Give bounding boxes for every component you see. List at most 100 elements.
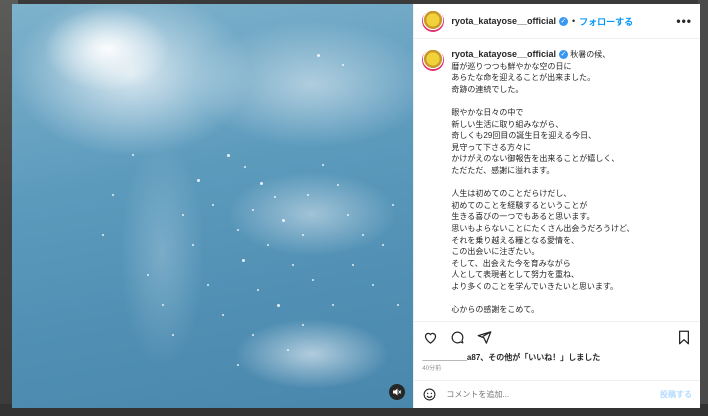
water-bubble bbox=[302, 324, 304, 326]
likes-summary: __________a87、その他が「いいね！」しました bbox=[414, 352, 700, 364]
follow-button[interactable]: フォローする bbox=[579, 15, 633, 28]
water-bubble bbox=[362, 234, 364, 236]
header-username[interactable]: ryota_katayose__official bbox=[451, 16, 556, 26]
caption-line: 生きる喜びの一つでもあると思います。 bbox=[451, 212, 595, 222]
water-bubble bbox=[222, 314, 224, 316]
water-bubble bbox=[237, 229, 239, 231]
caption-line: 新しい生活に取り組みながら、 bbox=[451, 119, 564, 129]
caption-line: 人生は初めてのことだらけだし、 bbox=[451, 189, 572, 199]
speaker-muted-icon bbox=[393, 388, 402, 396]
caption-username[interactable]: ryota_katayose__official bbox=[451, 49, 556, 59]
water-bubble bbox=[192, 244, 194, 246]
water-bubble bbox=[312, 279, 314, 281]
caption-line: より多くのことを学んでいきたいと思います。 bbox=[451, 281, 619, 291]
water-bubble bbox=[182, 214, 184, 216]
caption-line: あらたな命を迎えることが出来ました。 bbox=[451, 73, 596, 83]
like-button[interactable] bbox=[422, 329, 438, 345]
caption-avatar[interactable] bbox=[422, 49, 445, 71]
water-bubble bbox=[102, 234, 104, 236]
water-bubble bbox=[207, 284, 209, 286]
post-comment-button[interactable]: 投稿する bbox=[660, 389, 692, 400]
water-bubble bbox=[282, 219, 285, 222]
water-bubble bbox=[132, 154, 134, 156]
water-bubble bbox=[302, 234, 304, 236]
caption-line: そして、出会えた今を育みながら bbox=[451, 258, 571, 268]
comment-input[interactable] bbox=[444, 389, 660, 400]
share-icon bbox=[477, 330, 492, 344]
water-bubble bbox=[392, 204, 394, 206]
action-bar bbox=[414, 321, 700, 352]
post-video[interactable] bbox=[12, 4, 414, 408]
emoji-button[interactable] bbox=[422, 388, 436, 402]
caption-line: 眼やかな日々の中で bbox=[451, 107, 524, 117]
bookmark-icon bbox=[679, 330, 689, 344]
water-bubble bbox=[212, 204, 214, 206]
water-bubble bbox=[322, 164, 324, 166]
caption-line: 初めてのことを経験するということが bbox=[451, 200, 588, 210]
water-bubble bbox=[292, 264, 294, 266]
heart-icon bbox=[424, 332, 437, 344]
water-bubble bbox=[112, 194, 114, 196]
caption-line: この出会いに注ぎたい。 bbox=[451, 247, 540, 257]
save-button[interactable] bbox=[676, 329, 692, 345]
post-sidebar: ryota_katayose__official ✓ • フォローする ••• … bbox=[413, 4, 700, 408]
more-dots-icon[interactable]: ••• bbox=[676, 14, 692, 28]
caption-line: 暦が巡りつつも鮮やかな空の日に bbox=[451, 61, 572, 71]
water-bubble bbox=[372, 284, 374, 286]
water-bubble bbox=[147, 274, 149, 276]
caption-first-line: ryota_katayose__official ✓ 秋暑の候、 bbox=[451, 49, 634, 61]
water-bubble bbox=[244, 166, 246, 168]
water-bubble bbox=[332, 304, 334, 306]
water-bubble bbox=[307, 194, 309, 196]
water-bubble bbox=[274, 196, 276, 198]
water-bubble bbox=[260, 182, 263, 185]
likes-text[interactable]: 、その他が「いいね！」しました bbox=[480, 353, 600, 362]
water-bubble bbox=[397, 304, 399, 306]
comment-box: 投稿する bbox=[414, 380, 700, 408]
caption-line: 奇跡の連続でした。 bbox=[451, 84, 524, 94]
caption-line: ただただ、感謝に溢れます。 bbox=[451, 165, 555, 175]
caption-line: 見守って下さる方々に bbox=[451, 142, 532, 152]
water-bubble bbox=[257, 289, 259, 291]
caption-line: 思いもよらないことにたくさん出会うだろうけど、 bbox=[451, 223, 635, 233]
post-header: ryota_katayose__official ✓ • フォローする ••• bbox=[414, 4, 700, 39]
water-bubble bbox=[252, 209, 254, 211]
emoji-icon bbox=[423, 388, 436, 401]
water-bubble bbox=[352, 264, 354, 266]
verified-badge-icon: ✓ bbox=[558, 16, 568, 26]
verified-badge-icon: ✓ bbox=[558, 50, 568, 60]
water-bubble bbox=[317, 54, 320, 57]
water-bubble bbox=[172, 334, 174, 336]
comment-icon bbox=[451, 331, 464, 343]
liked-by-username[interactable]: __________a87 bbox=[422, 353, 480, 362]
caption-line: 心からの感謝をこめて。 bbox=[451, 305, 540, 315]
caption-line: それを乗り越える糧となる愛情を、 bbox=[451, 235, 579, 245]
water-bubble bbox=[337, 184, 339, 186]
header-separator: • bbox=[571, 16, 576, 26]
post-modal: ryota_katayose__official ✓ • フォローする ••• … bbox=[12, 4, 700, 408]
caption-text: ryota_katayose__official ✓ 秋暑の候、 暦が巡りつつも鮮… bbox=[451, 49, 634, 321]
water-bubble bbox=[347, 214, 349, 216]
water-bubble bbox=[277, 304, 280, 307]
water-bubble bbox=[237, 364, 239, 366]
water-bubble bbox=[162, 304, 164, 306]
post-caption: ryota_katayose__official ✓ 秋暑の候、 暦が巡りつつも鮮… bbox=[414, 39, 700, 321]
water-bubble bbox=[382, 244, 384, 246]
caption-line: かけがえのない御報告を出来ることが嬉しく、 bbox=[451, 154, 620, 164]
share-button[interactable] bbox=[476, 329, 492, 345]
water-bubble bbox=[242, 259, 245, 262]
water-bubble bbox=[197, 179, 200, 182]
water-bubble bbox=[342, 64, 344, 66]
water-bubble bbox=[287, 349, 289, 351]
caption-line: 人として表現者として努力を重ね、 bbox=[451, 270, 579, 280]
water-bubble bbox=[227, 154, 230, 157]
caption-line: 秋暑の候、 bbox=[570, 50, 611, 59]
water-bubble bbox=[252, 334, 254, 336]
volume-button[interactable] bbox=[389, 384, 406, 400]
avatar[interactable] bbox=[422, 10, 445, 32]
post-timestamp[interactable]: 40分前 bbox=[414, 364, 700, 376]
comment-button[interactable] bbox=[449, 329, 465, 345]
